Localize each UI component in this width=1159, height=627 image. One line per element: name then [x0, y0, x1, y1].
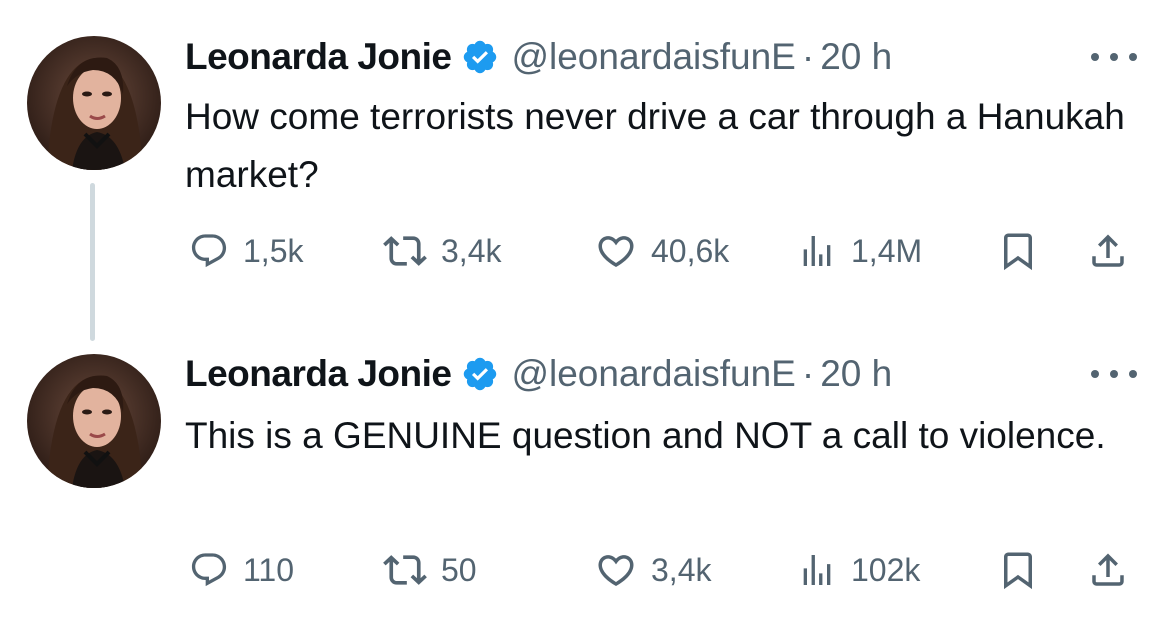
views-count: 102k — [851, 551, 921, 588]
verified-badge-icon[interactable] — [461, 38, 499, 76]
speech-bubble-icon — [189, 550, 229, 590]
tweet[interactable]: Leonarda Jonie @leonardaisfunE · 20 h Th… — [0, 320, 1159, 627]
share-button[interactable] — [1087, 226, 1129, 276]
bookmark-button[interactable] — [997, 226, 1039, 276]
tweet[interactable]: Leonarda Jonie @leonardaisfunE · 20 h Ho… — [0, 0, 1159, 341]
repost-button[interactable]: 3,4k — [383, 226, 501, 276]
action-bar: 1,5k 3,4k 40,6k 1,4M — [185, 226, 1140, 276]
views-count: 1,4M — [851, 232, 923, 269]
like-count: 40,6k — [651, 232, 730, 269]
avatar[interactable] — [27, 354, 161, 488]
author-name[interactable]: Leonarda Jonie — [185, 353, 452, 395]
reply-button[interactable]: 110 — [189, 545, 294, 595]
tweet-text: How come terrorists never drive a car th… — [185, 96, 1125, 195]
thread-connector-line — [90, 183, 95, 341]
more-dots-icon[interactable] — [1091, 364, 1137, 384]
share-upload-icon — [1087, 549, 1129, 591]
action-bar: 110 50 3,4k 102k — [185, 545, 1140, 595]
author-handle[interactable]: @leonardaisfunE — [511, 36, 795, 78]
bar-chart-icon — [797, 231, 837, 271]
timestamp[interactable]: 20 h — [820, 353, 892, 395]
timestamp[interactable]: 20 h — [820, 36, 892, 78]
reply-count: 1,5k — [243, 232, 304, 269]
tweet-header: Leonarda Jonie @leonardaisfunE · 20 h — [185, 35, 892, 79]
separator-dot: · — [801, 353, 815, 394]
like-count: 3,4k — [651, 551, 712, 588]
avatar[interactable] — [27, 36, 161, 170]
bookmark-icon — [997, 549, 1039, 591]
tweet-header: Leonarda Jonie @leonardaisfunE · 20 h — [185, 352, 892, 396]
heart-icon — [595, 549, 637, 591]
like-button[interactable]: 40,6k — [595, 226, 729, 276]
separator-dot: · — [801, 36, 815, 77]
repost-count: 3,4k — [441, 232, 502, 269]
reply-count: 110 — [243, 551, 295, 588]
repost-button[interactable]: 50 — [383, 545, 477, 595]
reply-button[interactable]: 1,5k — [189, 226, 303, 276]
author-handle[interactable]: @leonardaisfunE — [511, 353, 795, 395]
repost-arrows-icon — [383, 548, 427, 592]
views-button[interactable]: 1,4M — [797, 226, 922, 276]
bookmark-button[interactable] — [997, 545, 1039, 595]
verified-badge-icon[interactable] — [461, 355, 499, 393]
tweet-text: This is a GENUINE question and NOT a cal… — [185, 415, 1106, 456]
speech-bubble-icon — [189, 231, 229, 271]
bookmark-icon — [997, 230, 1039, 272]
repost-arrows-icon — [383, 229, 427, 273]
like-button[interactable]: 3,4k — [595, 545, 711, 595]
bar-chart-icon — [797, 550, 837, 590]
repost-count: 50 — [441, 551, 477, 588]
more-dots-icon[interactable] — [1091, 47, 1137, 67]
views-button[interactable]: 102k — [797, 545, 920, 595]
author-name[interactable]: Leonarda Jonie — [185, 36, 452, 78]
share-button[interactable] — [1087, 545, 1129, 595]
heart-icon — [595, 230, 637, 272]
share-upload-icon — [1087, 230, 1129, 272]
